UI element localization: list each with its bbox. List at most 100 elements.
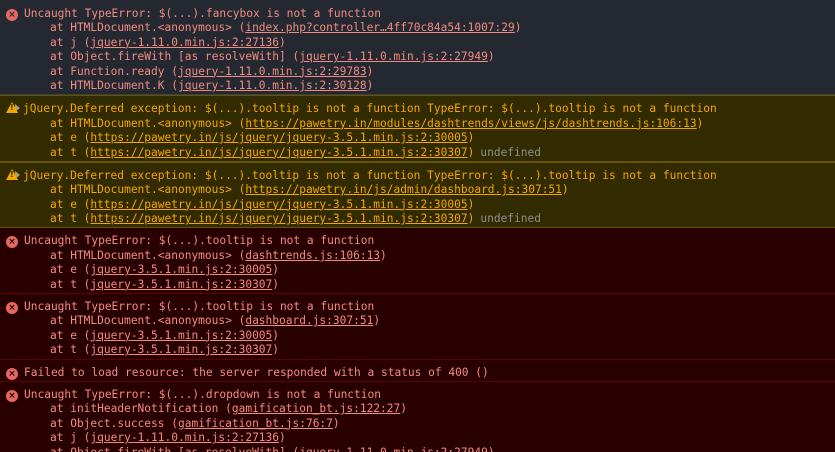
console-message-text: jQuery.Deferred exception: $(...).toolti… [15, 169, 835, 183]
console-warning-message[interactable]: ! jQuery.Deferred exception: $(...).toolt… [0, 161, 835, 229]
warning-triangle-icon: ! [6, 102, 18, 114]
stack-frame: at Function.ready (jquery-1.11.0.min.js:… [24, 65, 835, 79]
console-error-message[interactable]: × Uncaught TypeError: $(...).dropdown is … [0, 381, 835, 452]
stack-frame-close: ) [514, 21, 522, 35]
console-message-label: Uncaught TypeError: $(...).fancybox is n… [24, 7, 381, 20]
undefined-value: undefined [480, 212, 541, 226]
source-link[interactable]: index.php?controller…4ff70c84a54:1007:29 [245, 21, 514, 34]
stack-frame-location: at HTMLDocument.<anonymous> ( [50, 183, 246, 197]
stack-frame-location: at j ( [50, 35, 91, 49]
console-message-text: Uncaught TypeError: $(...).dropdown is n… [24, 388, 835, 402]
undefined-value: undefined [480, 145, 541, 159]
stack-frame: at HTMLDocument.K (jquery-1.11.0.min.js:… [24, 79, 835, 93]
stack-frame-location: at e ( [50, 263, 91, 277]
console-message-text: Uncaught TypeError: $(...).tooltip is no… [24, 234, 835, 248]
stack-frame-location: at Object.fireWith [as resolveWith] ( [50, 50, 300, 64]
stack-frame: at HTMLDocument.<anonymous> (https://paw… [24, 117, 835, 131]
source-link[interactable]: dashboard.js:307:51 [245, 314, 373, 327]
source-link[interactable]: jquery-1.11.0.min.js:2:30128 [178, 79, 367, 92]
stack-frame-location: at HTMLDocument.<anonymous> ( [50, 314, 246, 328]
console-message-label: Failed to load resource: the server resp… [24, 365, 489, 379]
source-link[interactable]: jquery-3.5.1.min.js:2:30005 [90, 263, 272, 276]
source-link[interactable]: https://pawetry.in/js/jquery/jquery-3.5.… [90, 198, 467, 211]
stack-frame: at e (jquery-3.5.1.min.js:2:30005) [24, 329, 835, 343]
stack-frame-location: at Object.fireWith [as resolveWith] ( [50, 446, 299, 452]
stack-frame-close: ) [488, 446, 495, 452]
stack-frame-close: ) [366, 64, 374, 78]
source-link[interactable]: jquery-1.11.0.min.js:2:27136 [90, 36, 279, 49]
stack-frame: at e (jquery-3.5.1.min.js:2:30005) [24, 263, 835, 277]
console-warning-message[interactable]: ! jQuery.Deferred exception: $(...).toolt… [0, 95, 835, 162]
console-error-message[interactable]: × Failed to load resource: the server res… [0, 359, 835, 382]
source-link[interactable]: jquery-1.11.0.min.js:2:27136 [90, 431, 279, 444]
console-message-text: jQuery.Deferred exception: $(...).toolti… [15, 102, 835, 116]
stack-frame-location: at Object.success ( [50, 416, 178, 430]
stack-frame-location: at t ( [50, 212, 91, 226]
stack-frame-close: ) [272, 277, 280, 291]
stack-frame: at Object.success (gamification_bt.js:76… [24, 417, 835, 431]
stack-frame-close: ) [272, 328, 280, 342]
stack-frame-close: ) [467, 212, 475, 226]
stack-frame: at initHeaderNotification (gamification_… [24, 402, 835, 416]
source-link[interactable]: jquery-3.5.1.min.js:2:30307 [90, 278, 272, 291]
devtools-console: × Uncaught TypeError: $(...).fancybox is … [0, 0, 835, 452]
stack-frame-location: at e ( [50, 197, 91, 211]
source-link[interactable]: dashtrends.js:106:13 [245, 249, 380, 262]
stack-frame: at HTMLDocument.<anonymous> (https://paw… [24, 183, 835, 197]
source-link[interactable]: jquery-1.11.0.min.js:2:27949 [299, 50, 488, 63]
source-link[interactable]: https://pawetry.in/modules/dashtrends/vi… [245, 117, 696, 130]
stack-frame: at Object.fireWith [as resolveWith] (jqu… [24, 446, 835, 452]
console-message-label: Uncaught TypeError: $(...).dropdown is n… [24, 387, 381, 401]
stack-frame-location: at e ( [50, 328, 91, 342]
console-error-message[interactable]: × Uncaught TypeError: $(...).tooltip is n… [0, 294, 835, 360]
stack-frame-location: at HTMLDocument.K ( [50, 78, 178, 92]
stack-frame-close: ) [279, 431, 286, 445]
stack-frame: at j (jquery-1.11.0.min.js:2:27136) [24, 36, 835, 50]
console-message-text: Uncaught TypeError: $(...).fancybox is n… [24, 7, 835, 21]
stack-frame-location: at HTMLDocument.<anonymous> ( [50, 21, 246, 35]
error-circle-icon: × [6, 9, 18, 21]
error-circle-icon: × [6, 302, 18, 315]
stack-frame-close: ) [467, 145, 475, 159]
stack-frame-close: ) [272, 263, 280, 277]
warning-triangle-icon: ! [6, 168, 18, 180]
stack-frame-location: at t ( [50, 145, 91, 159]
source-link[interactable]: jquery-3.5.1.min.js:2:30307 [90, 343, 272, 356]
stack-frame-location: at HTMLDocument.<anonymous> ( [50, 248, 246, 262]
stack-frame-close: ) [373, 314, 381, 328]
stack-frame: at Object.fireWith [as resolveWith] (jqu… [24, 50, 835, 64]
stack-frame-location: at j ( [50, 431, 91, 445]
stack-frame-location: at e ( [50, 131, 91, 145]
stack-frame: at t (https://pawetry.in/js/jquery/jquer… [24, 146, 835, 160]
console-message-text: Uncaught TypeError: $(...).tooltip is no… [24, 300, 835, 314]
stack-frame-close: ) [467, 131, 475, 145]
source-link[interactable]: jquery-3.5.1.min.js:2:30005 [90, 329, 272, 342]
source-link[interactable]: https://pawetry.in/js/admin/dashboard.js… [245, 183, 562, 196]
source-link[interactable]: gamification_bt.js:76:7 [178, 417, 333, 430]
console-error-message[interactable]: × Uncaught TypeError: $(...).tooltip is n… [0, 228, 835, 295]
stack-frame-close: ) [696, 116, 704, 130]
source-link[interactable]: jquery-1.11.0.min.js:2:27949 [299, 446, 488, 452]
stack-frame: at HTMLDocument.<anonymous> (dashboard.j… [24, 314, 835, 328]
stack-frame: at e (https://pawetry.in/js/jquery/jquer… [24, 131, 835, 145]
stack-frame-location: at t ( [50, 277, 91, 291]
stack-frame: at t (https://pawetry.in/js/jquery/jquer… [24, 212, 835, 226]
stack-frame: at HTMLDocument.<anonymous> (dashtrends.… [24, 249, 835, 263]
stack-frame: at j (jquery-1.11.0.min.js:2:27136) [24, 431, 835, 445]
source-link[interactable]: gamification_bt.js:122:27 [232, 402, 400, 415]
console-message-label: Uncaught TypeError: $(...).tooltip is no… [24, 234, 375, 248]
stack-frame-close: ) [400, 402, 407, 416]
source-link[interactable]: jquery-1.11.0.min.js:2:29783 [178, 65, 367, 78]
stack-frame-location: at HTMLDocument.<anonymous> ( [50, 116, 246, 130]
stack-frame-close: ) [467, 197, 475, 211]
console-message-label: Uncaught TypeError: $(...).tooltip is no… [24, 300, 375, 314]
stack-frame-close: ) [279, 35, 286, 49]
source-link[interactable]: https://pawetry.in/js/jquery/jquery-3.5.… [90, 146, 467, 159]
source-link[interactable]: https://pawetry.in/js/jquery/jquery-3.5.… [90, 131, 467, 144]
source-link[interactable]: https://pawetry.in/js/jquery/jquery-3.5.… [90, 212, 467, 225]
console-error-message[interactable]: × Uncaught TypeError: $(...).fancybox is … [0, 0, 835, 96]
stack-frame: at e (https://pawetry.in/js/jquery/jquer… [24, 198, 835, 212]
stack-frame-location: at initHeaderNotification ( [50, 402, 232, 416]
stack-frame-close: ) [332, 416, 340, 430]
stack-frame: at HTMLDocument.<anonymous> (index.php?c… [24, 21, 835, 35]
